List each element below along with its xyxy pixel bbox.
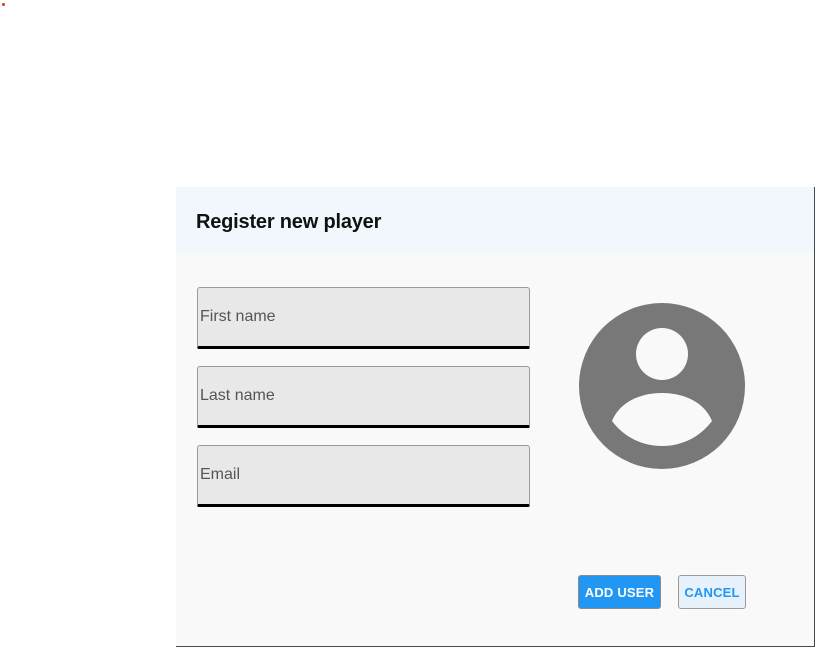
- cancel-button[interactable]: CANCEL: [678, 575, 746, 609]
- last-name-input[interactable]: [197, 366, 530, 428]
- first-name-input[interactable]: [197, 287, 530, 349]
- add-user-button[interactable]: ADD USER: [578, 575, 661, 609]
- register-player-dialog: Register new player ADD USER CANCEL: [176, 187, 815, 647]
- red-dot-marker: [2, 3, 5, 6]
- dialog-header: Register new player: [176, 187, 814, 253]
- dialog-title: Register new player: [196, 211, 382, 233]
- account-circle-icon: [579, 303, 745, 469]
- email-input[interactable]: [197, 445, 530, 507]
